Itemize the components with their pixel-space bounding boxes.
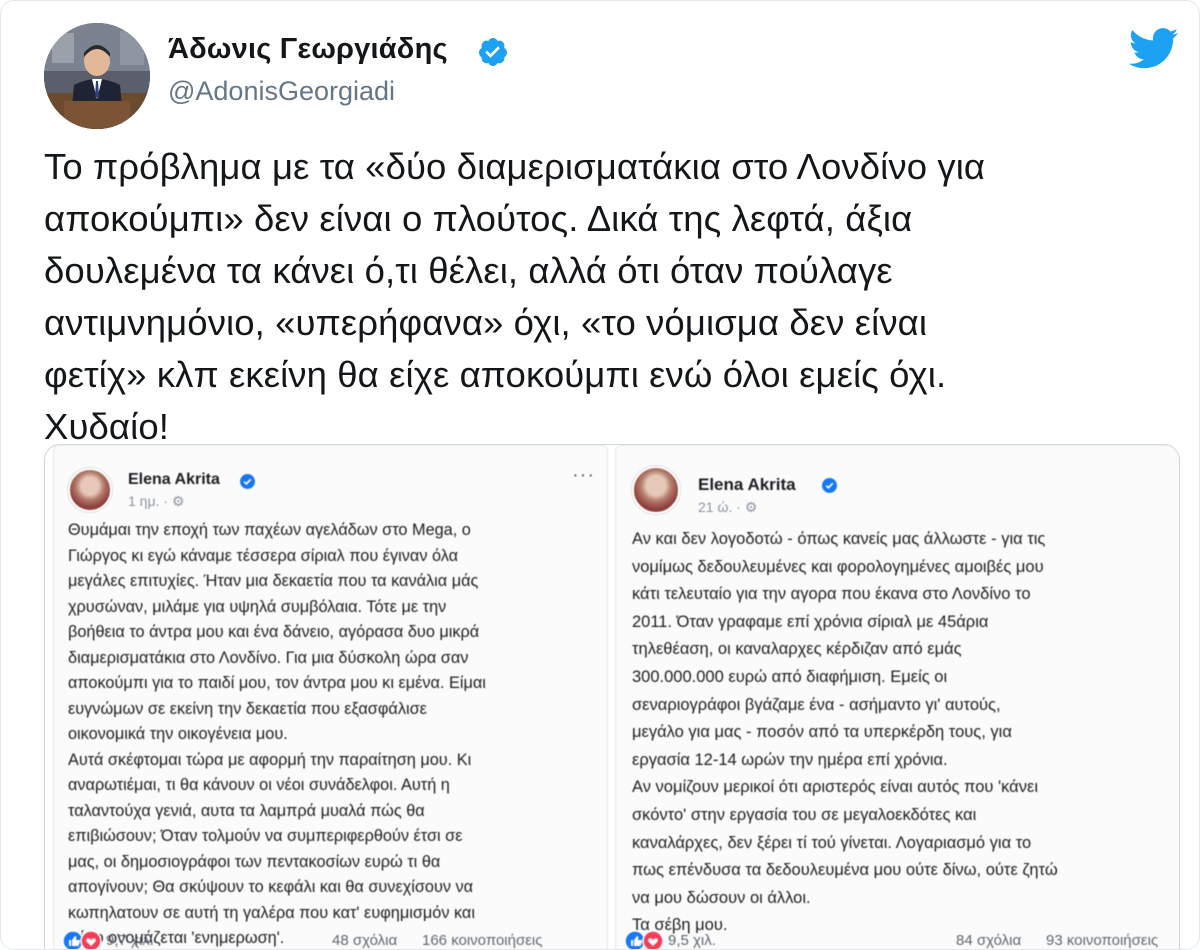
fb-body-line: Γιώργος κι εγώ κάναμε τέσσερα σίριαλ που… [68,546,459,565]
fb-post-footer: 9,7 χιλ. 48 σχόλια 166 κοινοποιήσεις [54,930,607,949]
fb-body-line: διαμερισματάκια στο Λονδίνο. Για μια δύσ… [68,648,469,667]
fb-author-name: Elena Akrita [698,475,796,494]
verified-badge-icon [478,38,507,66]
fb-body-line: 2011. Όταν γραφαμε επί χρόνια σίριαλ με … [632,612,989,631]
fb-post-time: 21 ώ. · ⚙ [698,499,758,515]
fb-body-line: πως επένδυσα τα δεδουλευμένα μου ούτε δί… [632,861,1058,880]
verified-badge-icon [240,474,255,489]
tweet-text-line: αποκούμπι» δεν είναι ο πλούτος. Δικά της… [44,198,913,239]
fb-body-line: εργασία 12-14 ωρών την ημέρα επί χρόνια. [632,750,948,769]
author-name[interactable]: Άδωνις Γεωργιάδης [168,33,448,66]
tweet-text-line: φετίχ» κλπ εκείνη θα είχε αποκούμπι ενώ … [44,354,947,395]
fb-body-line: νομίμως δεδουλευμένες και φορολογημένες … [632,557,1044,576]
fb-post-body: Θυμάμαι την εποχή των παχέων αγελάδων στ… [68,518,603,949]
fb-body-line: χρυσώναν, μιλάμε για υψηλά συμβόλαια. Τό… [68,597,447,616]
fb-author-name: Elena Akrita [128,471,220,488]
share-count: 93 κοινοποιήσεις [1046,932,1159,949]
fb-body-line: 300.000.000 ευρώ από διαφήμιση. Εμείς οι [632,667,948,686]
fb-body-line: να μου δώσουν οι άλλοι. [632,888,811,907]
fb-body-line: επιβιώσουν; Όταν τολμούν να συμπεριφερθο… [68,827,463,845]
verified-badge-icon [822,478,837,493]
comment-count: 48 σχόλια [332,932,398,949]
fb-body-line: βοήθεια το άντρα μου και ένα δάνειο, αγό… [68,623,480,641]
more-options-icon: ··· [572,464,595,486]
fb-body-line: ταλαντούχα γενιά, αυτα τα λαμπρά μυαλά π… [68,801,425,820]
author-handle[interactable]: @AdonisGeorgiadi [168,76,395,107]
like-love-reactions-icon [62,930,102,949]
tweet-text: Το πρόβλημα με τα «δύο διαμερισματάκια σ… [44,141,1184,453]
fb-author-avatar [68,468,112,512]
reaction-count: 9,5 χιλ. [668,932,716,949]
fb-body-line: σεναριογράφοι βγάζαμε ένα - ασήμαντο γι'… [632,695,1001,714]
author-avatar-photo [44,23,150,129]
facebook-post-screenshot: Elena Akrita 21 ώ. · ⚙ Αν και δεν λογοδο… [615,445,1179,949]
comment-count: 84 σχόλια [956,932,1022,949]
reaction-count: 9,7 χιλ. [106,932,154,949]
fb-body-line: Αυτά σκέφτομαι τώρα με αφορμή την παραίτ… [68,750,472,769]
fb-body-line: αναρωτιέμαι, τι θα κάνουν οι νέοι συνάδε… [68,776,450,794]
fb-author-avatar [632,466,680,514]
facebook-post-screenshot: Elena Akrita 1 ημ. · ⚙ ··· Θυμάμαι την ε… [53,445,608,949]
fb-body-line: κωπηλατουν σε αυτή τη γαλέρα που κατ' ευ… [68,903,475,922]
fb-body-line: αποκούμπι για το παιδί μου, τον άντρα μο… [68,674,486,692]
fb-body-line: Αν νομίζουν μερικοί ότι αριστερός είναι … [632,778,1038,797]
tweet-card: Άδωνις Γεωργιάδης @AdonisGeorgiadi Το πρ… [0,0,1200,950]
author-avatar[interactable] [44,23,150,129]
tweet-text-line: δουλεμένα τα κάνει ό,τι θέλει, αλλά ότι … [44,250,893,291]
fb-body-line: απογίνουν; Θα σκύψουν το κεφάλι και θα σ… [68,878,474,896]
fb-body-line: μεγάλο για μας - ποσόν από τα υπερκέρδη … [632,723,1012,742]
fb-body-line: τηλεθέαση, οι καναλαρχες κέρδιζαν από εμ… [632,640,962,659]
tweet-text-line: αντιμνημόνιο, «υπερήφανα» όχι, «το νόμισ… [44,302,928,343]
fb-body-line: οικονομικά την οικογένεια μου. [68,725,288,743]
fb-body-line: μας, οι δημοσιογράφοι των πεντακοσίων ευ… [68,852,441,871]
fb-post-body: Αν και δεν λογοδοτώ - όπως κανείς μας άλ… [632,526,1179,940]
fb-body-line: κάτι τελευταίο για την αγορα που έκανα σ… [632,585,1031,604]
fb-body-line: καναλάρχες, δεν ξέρει τί τού γίνεται. Λο… [632,833,1032,852]
fb-post-time: 1 ημ. · ⚙ [128,493,185,509]
like-love-reactions-icon [624,930,664,949]
fb-post-footer: 9,5 χιλ. 84 σχόλια 93 κοινοποιήσεις [616,930,1179,949]
fb-body-line: ευγνώμων σε εκείνη την δεκαετία που εξασ… [68,699,427,718]
fb-body-line: σκόντο' στην εργασία του σε μεγαλοεκδότε… [632,805,977,824]
twitter-bird-icon[interactable] [1129,28,1179,70]
fb-body-line: Αν και δεν λογοδοτώ - όπως κανείς μας άλ… [632,530,1046,548]
tweet-media-image[interactable]: Elena Akrita 1 ημ. · ⚙ ··· Θυμάμαι την ε… [44,444,1180,949]
share-count: 166 κοινοποιήσεις [422,932,543,949]
fb-body-line: Θυμάμαι την εποχή των παχέων αγελάδων στ… [68,521,471,539]
fb-body-line: μεγάλες επιτυχίες. Ήταν μια δεκαετία που… [68,572,479,590]
tweet-text-line: Το πρόβλημα με τα «δύο διαμερισματάκια σ… [44,146,986,187]
